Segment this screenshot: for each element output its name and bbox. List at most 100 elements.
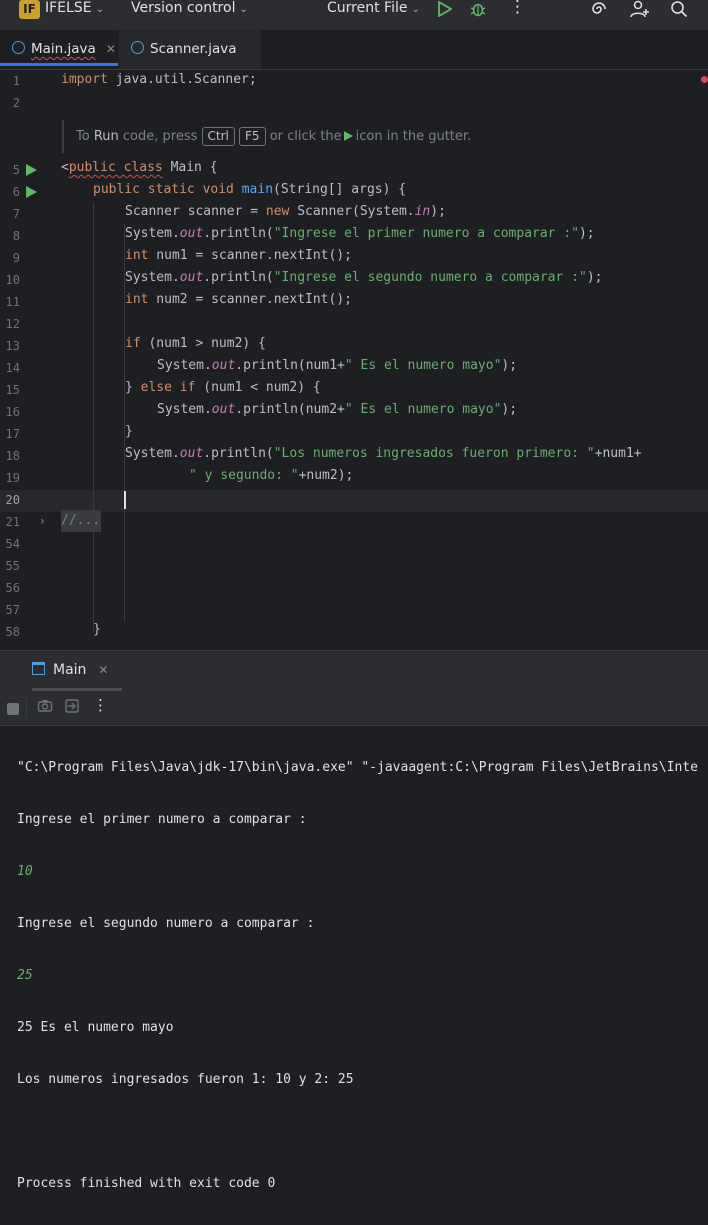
chevron-down-icon: ⌄ <box>239 4 248 15</box>
project-selector[interactable]: IFELSE ⌄ <box>45 0 104 30</box>
kbd-ctrl: Ctrl <box>201 127 235 146</box>
line-number: 10 <box>5 273 20 287</box>
search-icon <box>671 1 688 18</box>
run-tool-window: Main ✕ ⋮ "C:\Program Files\Java\jdk-17\bi… <box>0 650 708 1191</box>
tab-main-java[interactable]: Main.java ✕ <box>0 30 118 66</box>
text-caret <box>124 491 126 509</box>
run-icon <box>343 131 353 141</box>
run-panel-toolbar: ⋮ <box>0 691 708 726</box>
camera-icon[interactable] <box>37 698 53 718</box>
run-button[interactable] <box>437 0 453 19</box>
tab-scanner-java[interactable]: Scanner.java <box>119 30 261 69</box>
add-user-icon <box>630 0 649 18</box>
indent-guide <box>93 202 94 632</box>
line-number: 19 <box>5 471 20 485</box>
version-control-menu[interactable]: Version control ⌄ <box>131 0 248 30</box>
code-line-15: } else if (num1 < num2) { <box>125 380 321 395</box>
java-class-icon <box>131 41 144 54</box>
line-number: 58 <box>5 625 20 639</box>
ai-assistant-button[interactable] <box>590 0 608 18</box>
line-number: 1 <box>12 74 20 88</box>
run-config-selector[interactable]: Current File ⌄ <box>327 0 420 30</box>
spiral-icon <box>592 2 606 14</box>
code-line-17: } <box>125 424 133 439</box>
line-number: 2 <box>12 96 20 110</box>
line-number: 9 <box>12 251 20 265</box>
folded-code-region[interactable]: //... <box>61 510 101 532</box>
window-icon <box>32 662 45 675</box>
stop-icon[interactable] <box>7 703 19 715</box>
more-options-button[interactable]: ⋮ <box>509 0 526 16</box>
console-line: Process finished with exit code 0 <box>17 1176 276 1191</box>
current-line-highlight <box>0 490 708 512</box>
hint-text: code, press <box>122 129 198 144</box>
console-line: "C:\Program Files\Java\jdk-17\bin\java.e… <box>17 760 698 775</box>
console-output[interactable]: "C:\Program Files\Java\jdk-17\bin\java.e… <box>17 727 698 1225</box>
code-line-18: System.out.println("Los numeros ingresad… <box>125 446 642 461</box>
project-name: IFELSE <box>45 0 92 16</box>
console-line: Ingrese el primer numero a comparar : <box>17 812 307 827</box>
code-line-10: System.out.println("Ingrese el segundo n… <box>125 270 603 285</box>
chevron-down-icon: ⌄ <box>411 4 420 15</box>
project-badge[interactable]: IF <box>19 0 40 19</box>
code-line-8: System.out.println("Ingrese el primer nu… <box>125 226 595 241</box>
java-class-icon <box>12 41 25 54</box>
line-number: 6 <box>12 185 20 199</box>
run-panel-tabs: Main ✕ <box>0 651 708 692</box>
title-bar: IF IFELSE ⌄ Version control ⌄ Current File… <box>0 0 708 31</box>
tab-run-main[interactable]: Main ✕ <box>32 651 123 691</box>
line-number: 15 <box>5 383 20 397</box>
line-number: 5 <box>12 163 20 177</box>
line-number: 56 <box>5 581 20 595</box>
kbd-f5: F5 <box>239 127 266 146</box>
code-line-5: <public class Main { <box>61 160 218 175</box>
line-number: 8 <box>12 229 20 243</box>
line-number-current: 20 <box>5 493 20 507</box>
line-number: 18 <box>5 449 20 463</box>
line-number: 16 <box>5 405 20 419</box>
hint-text: or click the <box>269 129 342 144</box>
console-user-input: 25 <box>17 968 33 983</box>
debug-button[interactable] <box>469 0 487 18</box>
console-line: Ingrese el segundo numero a comparar : <box>17 916 315 931</box>
line-number: 57 <box>5 603 20 617</box>
code-line-9: int num1 = scanner.nextInt(); <box>125 248 352 263</box>
code-line-6: public static void main(String[] args) { <box>93 182 407 197</box>
code-line-14: System.out.println(num1+" Es el numero m… <box>157 358 518 373</box>
line-number: 17 <box>5 427 20 441</box>
line-number: 12 <box>5 317 20 331</box>
hint-run-word: Run <box>93 129 119 144</box>
run-gutter-icon[interactable] <box>26 186 37 198</box>
console-user-input: 10 <box>17 864 33 879</box>
run-tab-label: Main <box>53 662 87 678</box>
line-number: 54 <box>5 537 20 551</box>
hint-text: icon in the gutter. <box>355 129 472 144</box>
kebab-menu-icon: ⋮ <box>509 0 526 17</box>
code-editor[interactable]: 1 2 5 6 7 8 9 10 11 12 13 14 15 16 17 18… <box>0 70 708 648</box>
line-number: 13 <box>5 339 20 353</box>
code-line-58: } <box>93 622 101 637</box>
tab-label: Scanner.java <box>150 41 237 57</box>
code-line-16: System.out.println(num2+" Es el numero m… <box>157 402 518 417</box>
error-indicator[interactable] <box>701 76 708 83</box>
toolbar-divider <box>26 699 27 717</box>
code-line-19: " y segundo: "+num2); <box>189 468 354 483</box>
fold-expand-icon[interactable]: › <box>40 514 45 528</box>
bug-icon <box>470 3 486 17</box>
line-number: 14 <box>5 361 20 375</box>
editor-tabs: Main.java ✕ Scanner.java <box>0 30 708 70</box>
close-icon[interactable]: ✕ <box>106 42 116 56</box>
run-hint-inlay: To Run code, press Ctrl F5 or click the i… <box>62 120 702 153</box>
kebab-menu-icon[interactable]: ⋮ <box>93 696 108 714</box>
search-button[interactable] <box>670 0 688 18</box>
exit-icon[interactable] <box>64 698 80 718</box>
hint-text: To <box>76 129 90 144</box>
run-gutter-icon[interactable] <box>26 164 37 176</box>
line-number: 21 <box>5 515 20 529</box>
console-line: Los numeros ingresados fueron 1: 10 y 2:… <box>17 1072 354 1087</box>
run-config-label: Current File <box>327 0 408 16</box>
code-line-13: if (num1 > num2) { <box>125 336 266 351</box>
close-icon[interactable]: ✕ <box>98 663 108 677</box>
code-with-me-button[interactable] <box>630 0 650 18</box>
